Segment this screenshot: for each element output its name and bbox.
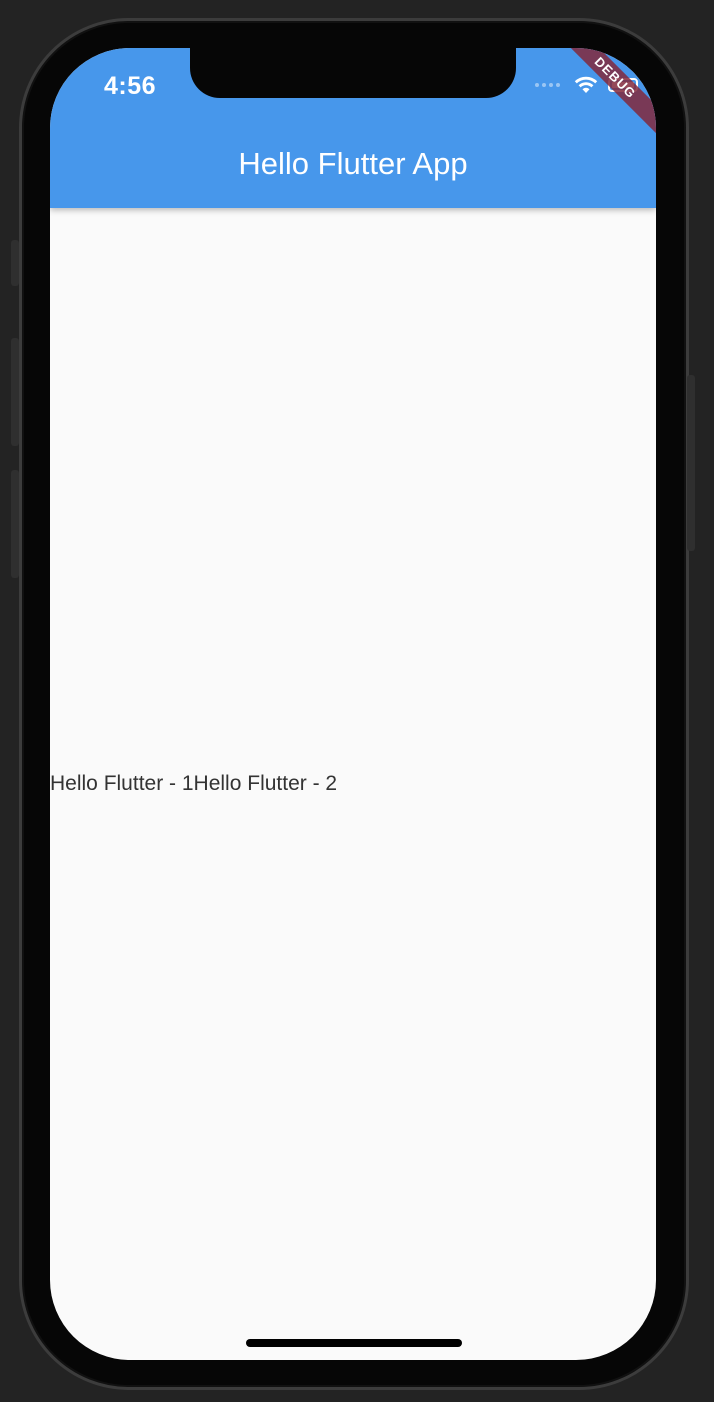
hello-text-2: Hello Flutter - 2 [193, 772, 338, 795]
hello-text-1: Hello Flutter - 1 [50, 772, 194, 795]
status-time: 4:56 [104, 72, 157, 100]
cellular-signal-icon [535, 83, 560, 87]
wifi-icon [574, 76, 598, 93]
volume-up-button [11, 338, 19, 446]
app-bar-title: Hello Flutter App [238, 146, 468, 181]
body-center: Hello Flutter - 1 Hello Flutter - 2 [50, 208, 656, 1360]
phone-screen: 4:56 Hello Flutter App DEBUG Hello Flutt… [50, 48, 656, 1360]
text-row: Hello Flutter - 1 Hello Flutter - 2 [50, 772, 337, 796]
home-indicator[interactable] [246, 1339, 462, 1347]
device-notch [190, 48, 516, 98]
silent-switch [11, 240, 19, 286]
power-button [687, 375, 695, 551]
volume-down-button [11, 470, 19, 578]
